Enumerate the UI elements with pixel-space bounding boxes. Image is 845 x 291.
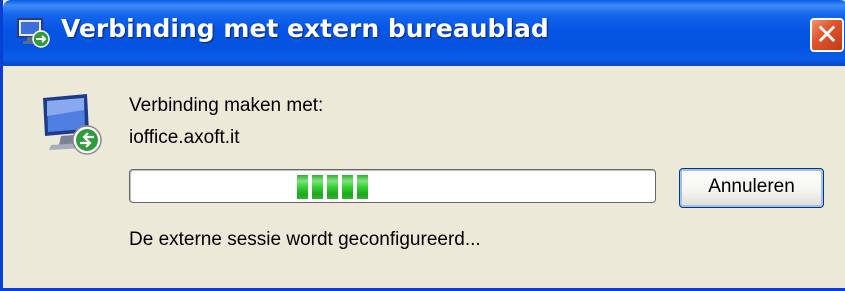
title-bar[interactable]: Verbinding met extern bureaublad ✕ [3, 0, 845, 66]
computer-remote-icon [43, 94, 102, 155]
cancel-button[interactable]: Annuleren [679, 168, 824, 208]
progress-block [327, 175, 338, 199]
progress-block [312, 175, 323, 199]
remote-desktop-icon [17, 18, 50, 48]
window-title: Verbinding met extern bureaublad [61, 14, 549, 43]
host-label: ioffice.axoft.it [129, 127, 240, 148]
progress-marquee [297, 175, 368, 199]
progress-block [342, 175, 353, 199]
connecting-label: Verbinding maken met: [129, 95, 324, 116]
progress-bar [129, 169, 656, 203]
progress-block [297, 175, 308, 199]
close-icon: ✕ [815, 18, 839, 51]
status-label: De externe sessie wordt geconfigureerd..… [129, 229, 481, 250]
remote-desktop-dialog: Verbinding met extern bureaublad ✕ Verbi… [0, 0, 845, 291]
progress-block [357, 175, 368, 199]
close-button[interactable]: ✕ [810, 18, 844, 52]
